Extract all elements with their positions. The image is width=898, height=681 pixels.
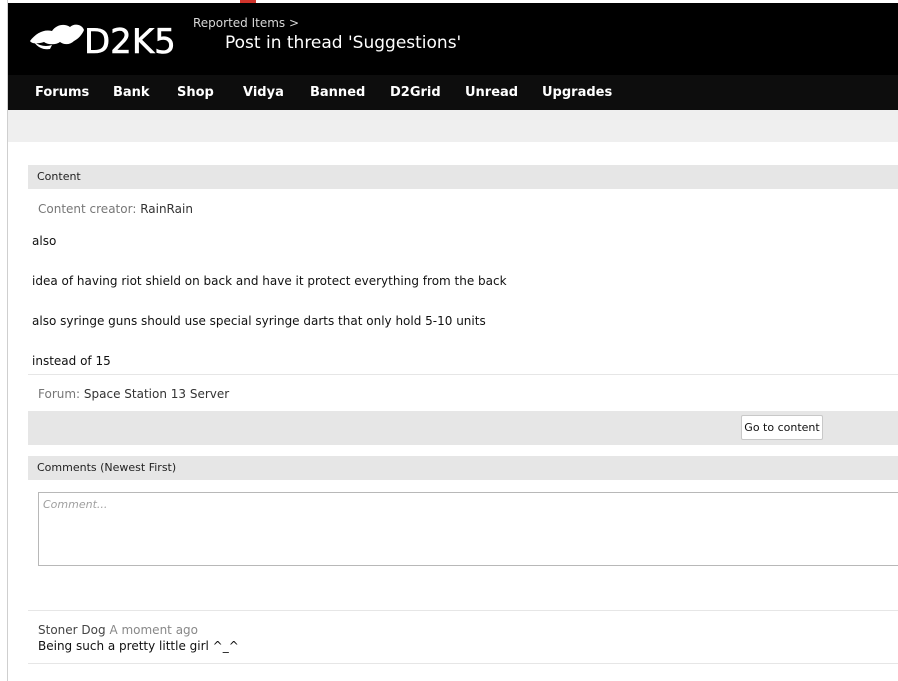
nav-item-forums[interactable]: Forums <box>35 85 89 100</box>
breadcrumb[interactable]: Reported Items > <box>193 16 299 30</box>
forum-row: Forum: Space Station 13 Server <box>38 387 229 401</box>
main-nav: Forums Bank Shop Vidya Banned D2Grid Unr… <box>8 75 898 110</box>
nav-item-d2grid[interactable]: D2Grid <box>390 85 441 100</box>
page-left-border <box>0 0 8 681</box>
brand-text: D2K5 <box>84 22 176 61</box>
site-logo[interactable]: D2K5 <box>26 19 176 61</box>
post-line-1: also <box>32 234 57 248</box>
forum-label: Forum: <box>38 387 81 401</box>
content-creator-name[interactable]: RainRain <box>140 202 193 216</box>
content-creator-label: Content creator: <box>38 202 137 216</box>
comment-input[interactable] <box>38 492 898 566</box>
post-line-4: instead of 15 <box>32 354 111 368</box>
forum-name[interactable]: Space Station 13 Server <box>84 387 229 401</box>
sub-navigation-bar <box>8 110 898 142</box>
post-line-2: idea of having riot shield on back and h… <box>32 274 507 288</box>
post-line-3: also syringe guns should use special syr… <box>32 314 486 328</box>
comment-bottom-divider <box>28 663 898 664</box>
wings-icon <box>30 24 84 50</box>
page: D2K5 Reported Items > Post in thread 'Su… <box>0 0 898 681</box>
comment-text: Being such a pretty little girl ^_^ <box>38 639 239 653</box>
site-header: D2K5 Reported Items > Post in thread 'Su… <box>8 3 898 75</box>
content-creator-row: Content creator: RainRain <box>38 202 193 216</box>
comments-divider <box>28 610 898 611</box>
comment-timestamp: A moment ago <box>109 623 199 637</box>
content-action-bar: Go to content <box>28 411 898 445</box>
nav-item-shop[interactable]: Shop <box>177 85 214 100</box>
comment-header: Stoner Dog A moment ago <box>38 623 198 637</box>
nav-item-unread[interactable]: Unread <box>465 85 518 100</box>
nav-item-vidya[interactable]: Vidya <box>243 85 284 100</box>
comment-author[interactable]: Stoner Dog <box>38 623 106 637</box>
comments-section-header: Comments (Newest First) <box>28 456 898 480</box>
nav-item-upgrades[interactable]: Upgrades <box>542 85 612 100</box>
nav-item-banned[interactable]: Banned <box>310 85 365 100</box>
content-section-header: Content <box>28 165 898 189</box>
nav-item-bank[interactable]: Bank <box>113 85 150 100</box>
page-title: Post in thread 'Suggestions' <box>225 33 462 53</box>
content-divider <box>28 374 898 375</box>
go-to-content-button[interactable]: Go to content <box>741 415 823 440</box>
